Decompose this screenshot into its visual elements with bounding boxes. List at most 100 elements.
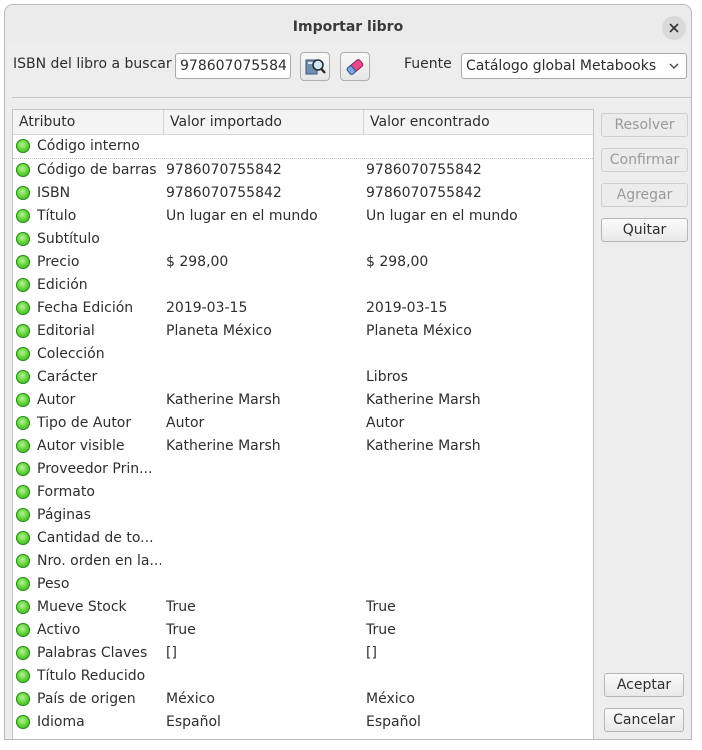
table-row[interactable]: Colección xyxy=(13,343,593,366)
found-value-cell: $ 298,00 xyxy=(366,254,429,270)
eraser-icon xyxy=(346,59,364,75)
isbn-input[interactable] xyxy=(175,53,291,79)
attribute-cell: Carácter xyxy=(37,369,98,385)
column-header-imported[interactable]: Valor importado xyxy=(164,110,364,134)
table-row[interactable]: Editorial Planeta México Planeta México xyxy=(13,320,593,343)
table-row[interactable]: Código interno xyxy=(13,135,593,159)
table-row[interactable]: Subtítulo xyxy=(13,228,593,251)
imported-value-cell: 9786070755842 xyxy=(166,162,282,178)
attribute-cell: Nro. orden en la... xyxy=(37,553,161,569)
source-select-value: Catálogo global Metabooks xyxy=(466,58,657,74)
status-ok-icon xyxy=(16,163,30,177)
imported-value-cell xyxy=(166,550,362,573)
status-ok-icon xyxy=(16,139,30,153)
table-header: Atributo Valor importado Valor encontrad… xyxy=(13,110,593,135)
table-row[interactable]: Nro. orden en la... xyxy=(13,550,593,573)
remove-button[interactable]: Quitar xyxy=(601,218,688,242)
imported-value-cell: 9786070755842 xyxy=(166,185,282,201)
table-row[interactable]: Formato xyxy=(13,481,593,504)
found-value-cell: Libros xyxy=(366,369,408,385)
imported-value-cell xyxy=(166,274,362,297)
status-ok-icon xyxy=(16,324,30,338)
table-row[interactable]: Edición xyxy=(13,274,593,297)
table-row[interactable]: Cantidad de to... xyxy=(13,527,593,550)
table-row[interactable]: Autor visible Katherine Marsh Katherine Ma… xyxy=(13,435,593,458)
found-value-cell xyxy=(366,550,586,573)
table-row[interactable]: Peso xyxy=(13,573,593,596)
imported-value-cell xyxy=(166,135,362,158)
table-row[interactable]: Título Reducido xyxy=(13,665,593,688)
found-value-cell xyxy=(366,481,586,504)
attribute-cell: Colección xyxy=(37,346,105,362)
confirm-button[interactable]: Confirmar xyxy=(601,148,688,172)
table-row[interactable]: Precio $ 298,00 $ 298,00 xyxy=(13,251,593,274)
table-row[interactable]: Proveedor Prin... xyxy=(13,458,593,481)
attribute-cell: Formato xyxy=(37,484,95,500)
table-row[interactable]: Título Un lugar en el mundo Un lugar en el… xyxy=(13,205,593,228)
attribute-cell: Activo xyxy=(37,622,81,638)
attribute-cell: Fecha Edición xyxy=(37,300,134,316)
attribute-cell: Tipo de Autor xyxy=(37,415,132,431)
found-value-cell xyxy=(366,343,586,366)
status-ok-icon xyxy=(16,255,30,269)
found-value-cell: Un lugar en el mundo xyxy=(366,208,518,224)
imported-value-cell: Katherine Marsh xyxy=(166,438,281,454)
dialog-title: Importar libro xyxy=(292,19,404,35)
imported-value-cell: True xyxy=(166,622,196,638)
attributes-table[interactable]: Atributo Valor importado Valor encontrad… xyxy=(12,109,594,739)
search-book-button[interactable] xyxy=(300,52,330,81)
table-row[interactable]: Idioma Español Español xyxy=(13,711,593,734)
found-value-cell: True xyxy=(366,599,396,615)
imported-value-cell xyxy=(166,481,362,504)
found-value-cell: Katherine Marsh xyxy=(366,438,481,454)
imported-value-cell xyxy=(166,366,362,389)
found-value-cell: Autor xyxy=(366,415,405,431)
add-button[interactable]: Agregar xyxy=(601,183,688,207)
close-button[interactable] xyxy=(662,16,686,40)
column-header-attribute[interactable]: Atributo xyxy=(13,110,164,134)
found-value-cell: 9786070755842 xyxy=(366,162,482,178)
clear-button[interactable] xyxy=(340,52,370,81)
status-ok-icon xyxy=(16,370,30,384)
status-ok-icon xyxy=(16,508,30,522)
chevron-down-icon xyxy=(669,63,679,69)
table-row[interactable]: Páginas xyxy=(13,504,593,527)
imported-value-cell: México xyxy=(166,691,215,707)
status-ok-icon xyxy=(16,209,30,223)
status-ok-icon xyxy=(16,278,30,292)
imported-value-cell xyxy=(166,665,362,688)
cancel-button[interactable]: Cancelar xyxy=(604,708,684,732)
accept-button[interactable]: Aceptar xyxy=(604,673,684,697)
column-header-found[interactable]: Valor encontrado xyxy=(364,110,593,134)
table-row[interactable]: Carácter Libros xyxy=(13,366,593,389)
resolve-button[interactable]: Resolver xyxy=(601,113,688,137)
import-book-dialog: Importar libro ISBN del libro a buscar 9… xyxy=(4,4,692,740)
table-row[interactable]: Tipo de Autor Autor Autor xyxy=(13,412,593,435)
table-row[interactable]: Palabras Claves [] [] xyxy=(13,642,593,665)
table-row[interactable]: Fecha Edición 2019-03-15 2019-03-15 xyxy=(13,297,593,320)
found-value-cell xyxy=(366,573,586,596)
table-row[interactable]: Activo True True xyxy=(13,619,593,642)
attribute-cell: Páginas xyxy=(37,507,91,523)
status-ok-icon xyxy=(16,646,30,660)
imported-value-cell xyxy=(166,458,362,481)
source-select[interactable]: Catálogo global Metabooks xyxy=(461,53,687,79)
attribute-cell: Código interno xyxy=(37,138,140,154)
table-row[interactable]: País de origen México México xyxy=(13,688,593,711)
found-value-cell: [] xyxy=(366,645,377,661)
status-ok-icon xyxy=(16,623,30,637)
found-value-cell: 2019-03-15 xyxy=(366,300,448,316)
status-ok-icon xyxy=(16,393,30,407)
table-row[interactable]: Código de barras 9786070755842 97860707558… xyxy=(13,159,593,182)
status-ok-icon xyxy=(16,301,30,315)
imported-value-cell: Un lugar en el mundo xyxy=(166,208,318,224)
found-value-cell: Español xyxy=(366,714,421,730)
status-ok-icon xyxy=(16,715,30,729)
table-row[interactable]: ISBN 9786070755842 9786070755842 xyxy=(13,182,593,205)
found-value-cell: México xyxy=(366,691,415,707)
attribute-cell: ISBN xyxy=(37,185,71,201)
table-row[interactable]: Autor Katherine Marsh Katherine Marsh xyxy=(13,389,593,412)
close-icon xyxy=(669,23,679,33)
table-row[interactable]: Mueve Stock True True xyxy=(13,596,593,619)
found-value-cell: Planeta México xyxy=(366,323,472,339)
